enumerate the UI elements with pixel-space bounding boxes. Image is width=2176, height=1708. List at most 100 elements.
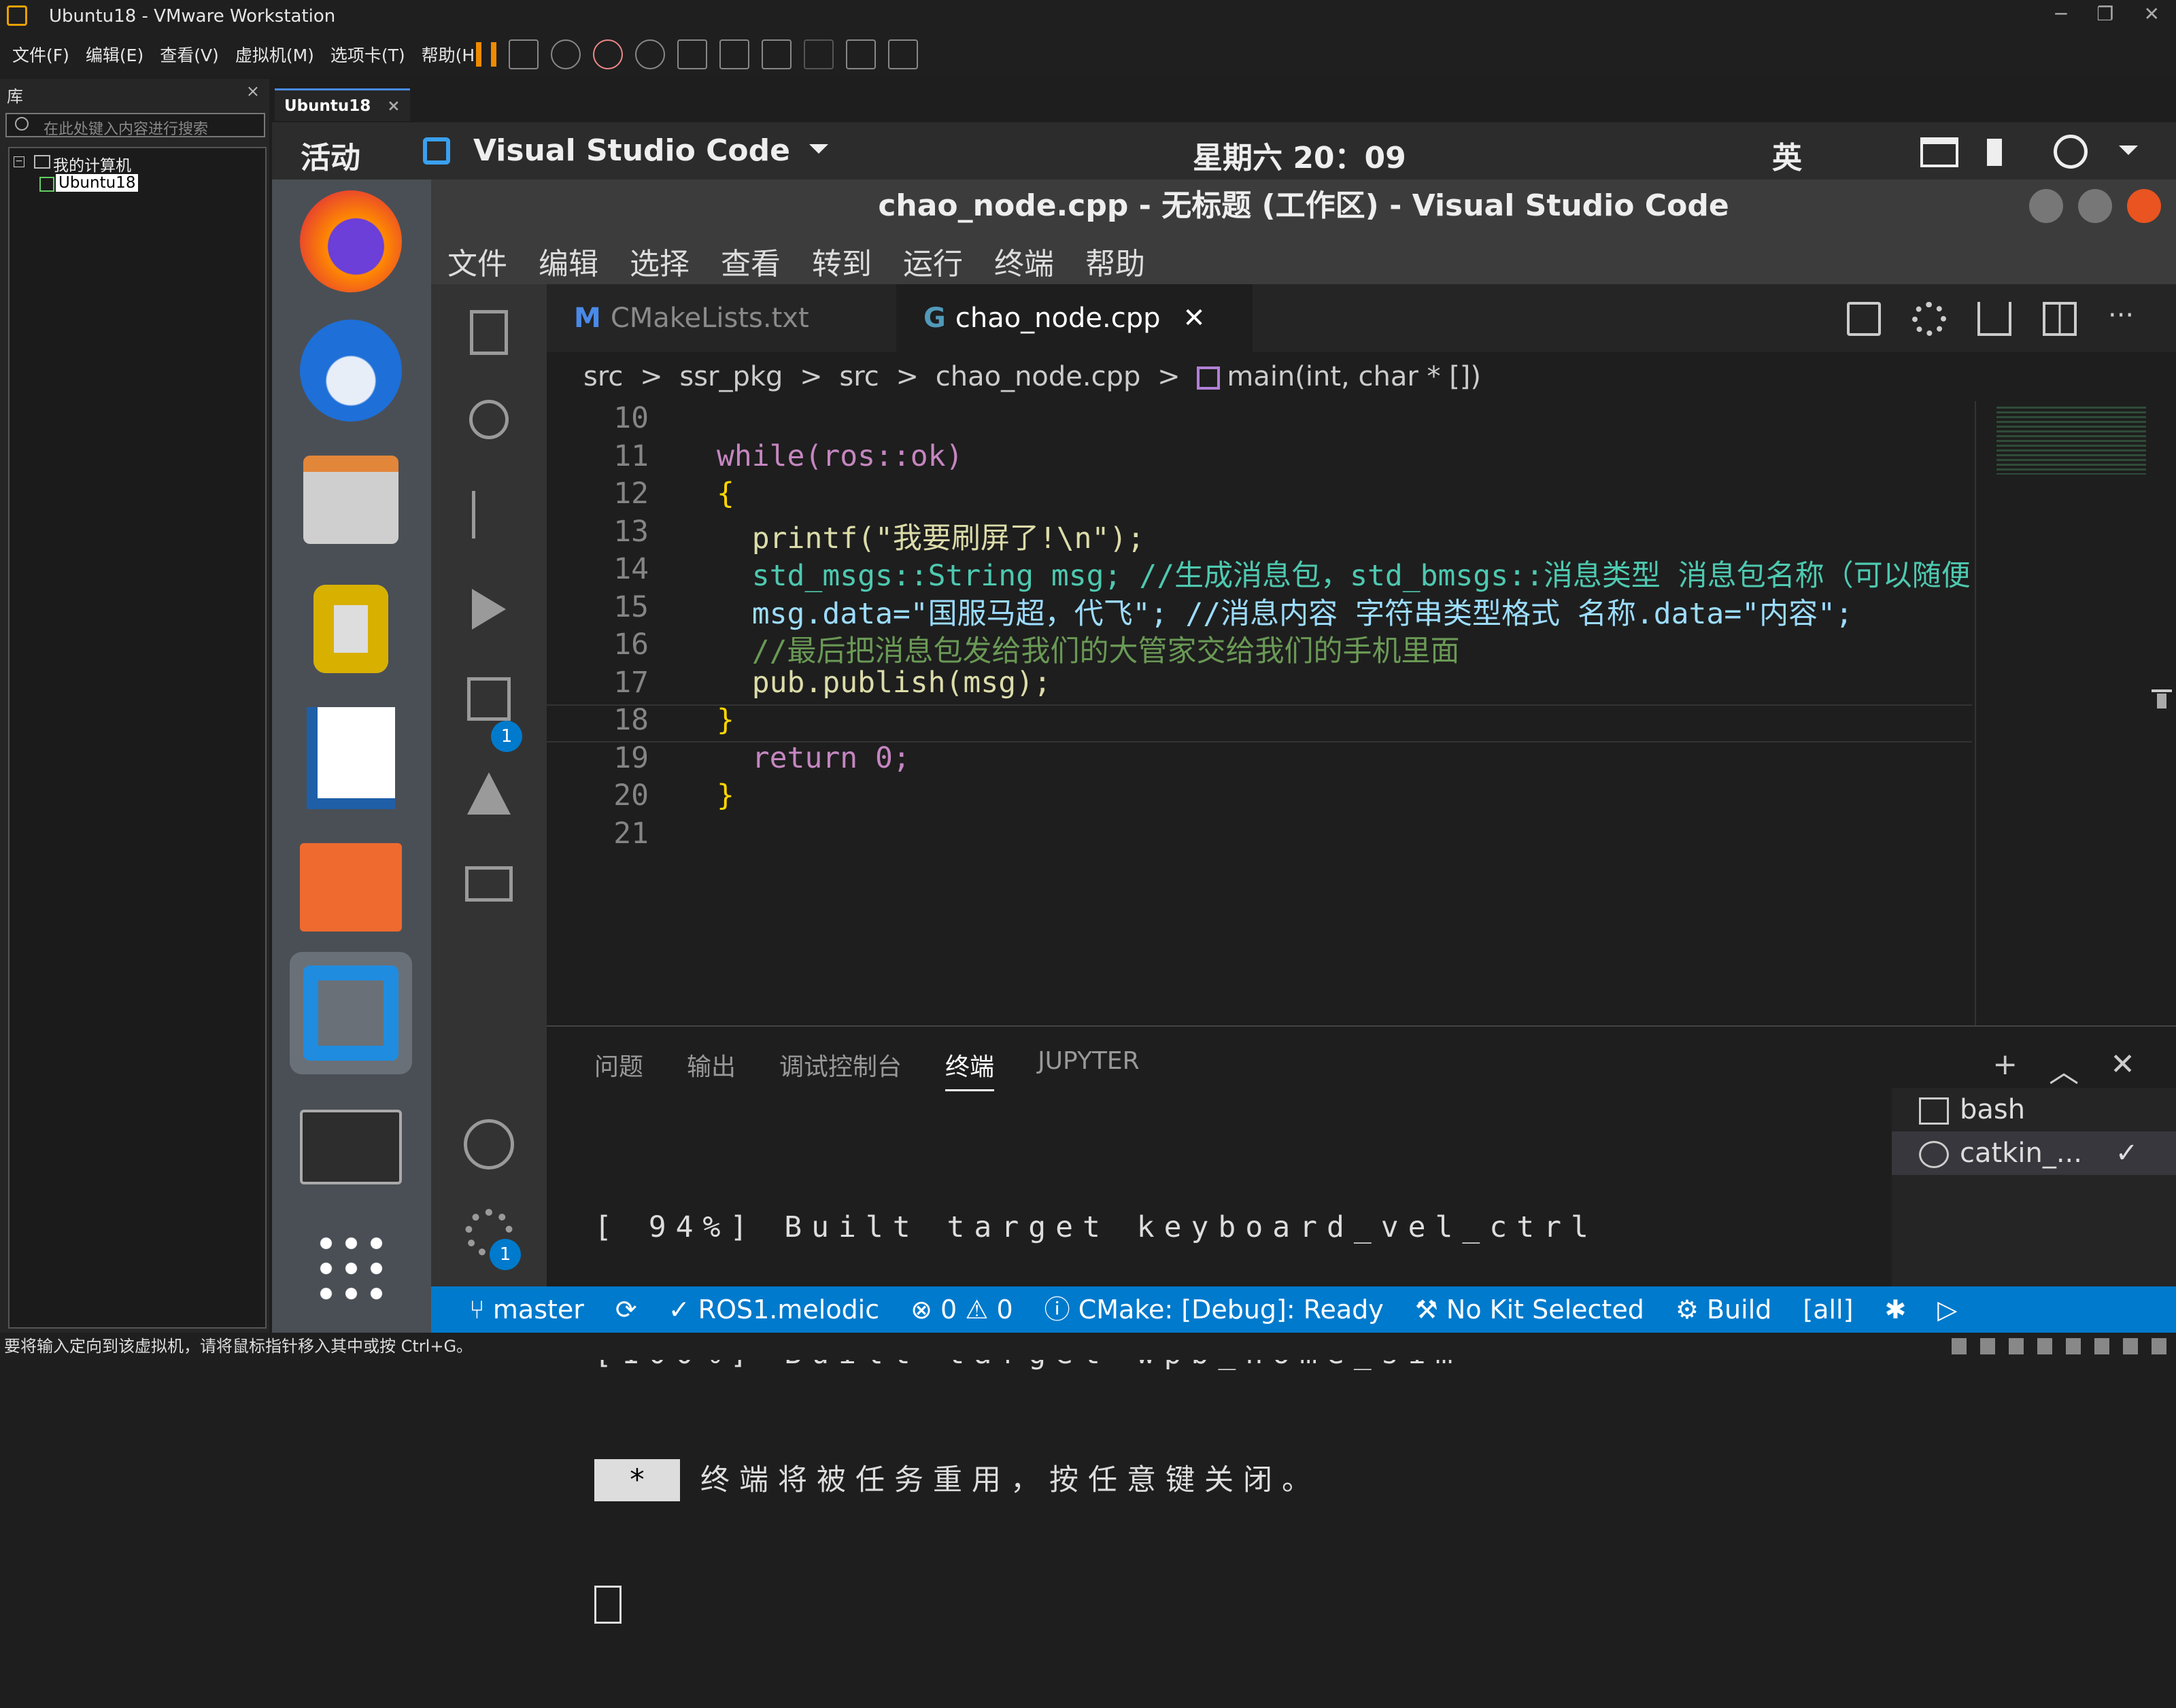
tab-cmakelists[interactable]: M CMakeLists.txt [547, 284, 896, 352]
network-icon[interactable] [1920, 137, 1958, 167]
new-terminal-icon[interactable]: + [1992, 1047, 2018, 1091]
run-code-icon[interactable] [1847, 302, 1881, 336]
stretch-icon[interactable] [888, 39, 918, 69]
menu-view[interactable]: 查看(V) [160, 42, 219, 67]
panel-tab-output[interactable]: 输出 [687, 1047, 736, 1091]
show-apps-icon[interactable] [290, 1217, 412, 1319]
send-keys-icon[interactable] [509, 39, 539, 69]
vsc-menu-edit[interactable]: 编辑 [539, 239, 598, 283]
vsc-menu-terminal[interactable]: 终端 [994, 239, 1054, 283]
minimize-button[interactable]: ─ [2056, 3, 2067, 25]
gear-icon[interactable] [1912, 302, 1946, 336]
ime-indicator[interactable]: 英 [1772, 133, 1802, 177]
activities-button[interactable]: 活动 [301, 133, 360, 177]
power-icon[interactable] [2054, 135, 2088, 169]
vsc-menu-run[interactable]: 运行 [903, 239, 963, 283]
crumb-ssr-pkg[interactable]: ssr_pkg [679, 361, 783, 392]
sidebar-toggle-icon[interactable] [677, 39, 707, 69]
rhythmbox-icon[interactable] [290, 578, 412, 680]
run-icon[interactable]: ▷ [1937, 1286, 1957, 1333]
vsc-menu-file[interactable]: 文件 [447, 239, 507, 283]
terminal-icon[interactable] [290, 1096, 412, 1198]
console-icon[interactable] [846, 39, 876, 69]
software-center-icon[interactable] [290, 836, 412, 938]
explorer-icon[interactable] [458, 302, 520, 363]
menu-help[interactable]: 帮助(H) [422, 42, 481, 67]
crumb-src[interactable]: src [583, 361, 623, 392]
source-control-icon[interactable] [458, 484, 520, 545]
thumbnail-icon[interactable] [719, 39, 749, 69]
collapse-icon[interactable]: − [14, 156, 24, 167]
run-debug-icon[interactable] [458, 578, 520, 639]
more-actions-icon[interactable]: ··· [2108, 302, 2142, 336]
accounts-icon[interactable] [458, 1114, 520, 1175]
testing-icon[interactable] [458, 763, 520, 824]
snapshot-manager-icon[interactable] [635, 39, 665, 69]
debug-icon[interactable]: ✱ [1884, 1286, 1906, 1333]
cmake-status[interactable]: ⓘ CMake: [Debug]: Ready [1044, 1286, 1384, 1333]
panel-tab-jupyter[interactable]: JUPYTER [1038, 1047, 1140, 1091]
vscode-minimize-button[interactable] [2029, 189, 2063, 223]
crumb-file[interactable]: chao_node.cpp [936, 361, 1141, 392]
tab-close-icon[interactable]: ✕ [1183, 303, 1206, 334]
vsc-menu-view[interactable]: 查看 [721, 239, 781, 283]
pause-icon[interactable] [476, 42, 496, 67]
menu-edit[interactable]: 编辑(E) [86, 42, 143, 67]
panel-tab-problems[interactable]: 问题 [594, 1047, 643, 1091]
terminal-output[interactable]: [ 94%] Built target keyboard_vel_ctrl [1… [594, 1122, 1598, 1708]
close-panel-icon[interactable]: ✕ [2110, 1047, 2135, 1091]
terminal-item-bash[interactable]: bash [1892, 1088, 2176, 1131]
chevron-down-icon[interactable] [2119, 146, 2138, 155]
thunderbird-icon[interactable] [290, 320, 412, 422]
scrollbar-thumb[interactable] [2157, 694, 2166, 708]
maximize-button[interactable]: ❐ [2096, 3, 2113, 25]
revert-snapshot-icon[interactable] [593, 39, 623, 69]
vsc-menu-selection[interactable]: 选择 [630, 239, 690, 283]
crumb-symbol[interactable]: main(int, char * []) [1227, 361, 1481, 392]
vm-tab[interactable]: Ubuntu18 × [275, 88, 410, 121]
panel-tab-debug-console[interactable]: 调试控制台 [779, 1047, 902, 1091]
ros-version[interactable]: ✓ ROS1.melodic [668, 1286, 879, 1333]
clock[interactable]: 星期六 20：09 [1193, 133, 1406, 177]
split-editor-icon[interactable] [2043, 302, 2077, 336]
menu-vm[interactable]: 虚拟机(M) [235, 42, 314, 67]
panel-tab-terminal[interactable]: 终端 [945, 1047, 995, 1091]
download-icon[interactable] [1977, 302, 2011, 336]
git-branch[interactable]: ⑂ master [469, 1286, 584, 1333]
library-search-input[interactable]: 在此处键入内容进行搜索 [5, 113, 265, 138]
close-button[interactable]: ✕ [2144, 3, 2160, 25]
menu-file[interactable]: 文件(F) [12, 42, 69, 67]
vsc-menu-help[interactable]: 帮助 [1085, 239, 1145, 283]
crumb-src2[interactable]: src [839, 361, 879, 392]
vm-tab-close-icon[interactable]: × [387, 97, 400, 115]
app-menu[interactable]: Visual Studio Code [473, 133, 790, 168]
snapshot-icon[interactable] [551, 39, 581, 69]
sync-icon[interactable]: ⟳ [615, 1286, 637, 1333]
terminal-item-catkin[interactable]: catkin_... ✓ [1892, 1131, 2176, 1175]
library-close-icon[interactable]: × [246, 82, 260, 101]
maximize-panel-icon[interactable]: ︿ [2049, 1047, 2079, 1091]
menu-tabs[interactable]: 选项卡(T) [330, 42, 405, 67]
vsc-menu-go[interactable]: 转到 [812, 239, 872, 283]
vscode-close-button[interactable] [2127, 189, 2161, 223]
tree-root[interactable]: 我的计算机 [15, 152, 131, 175]
problems-count[interactable]: ⊗ 0 ⚠ 0 [911, 1286, 1013, 1333]
code-editor[interactable]: 10 11 while(ros::ok) 12 {13 printf("我要刷屏了!\n… [547, 401, 1972, 1025]
search-icon[interactable] [458, 390, 520, 451]
cmake-kit[interactable]: ⚒ No Kit Selected [1415, 1286, 1644, 1333]
minimap[interactable] [1975, 401, 2176, 1025]
firefox-icon[interactable] [290, 190, 412, 292]
build-button[interactable]: ⚙ Build [1676, 1286, 1772, 1333]
tree-vm-ubuntu18[interactable]: Ubuntu18 [56, 174, 139, 192]
device-icons[interactable] [1952, 1338, 2169, 1354]
tab-chao-node[interactable]: Gchao_node.cpp ✕ [896, 284, 1253, 352]
build-target[interactable]: [all] [1803, 1286, 1853, 1333]
fullscreen-icon[interactable] [762, 39, 792, 69]
vscode-icon[interactable] [290, 952, 412, 1074]
vscode-maximize-button[interactable] [2078, 189, 2112, 223]
unity-icon[interactable] [804, 39, 834, 69]
writer-icon[interactable] [290, 707, 412, 809]
remote-explorer-icon[interactable] [458, 853, 520, 914]
files-icon[interactable] [290, 449, 412, 551]
volume-icon[interactable] [1987, 139, 2017, 166]
